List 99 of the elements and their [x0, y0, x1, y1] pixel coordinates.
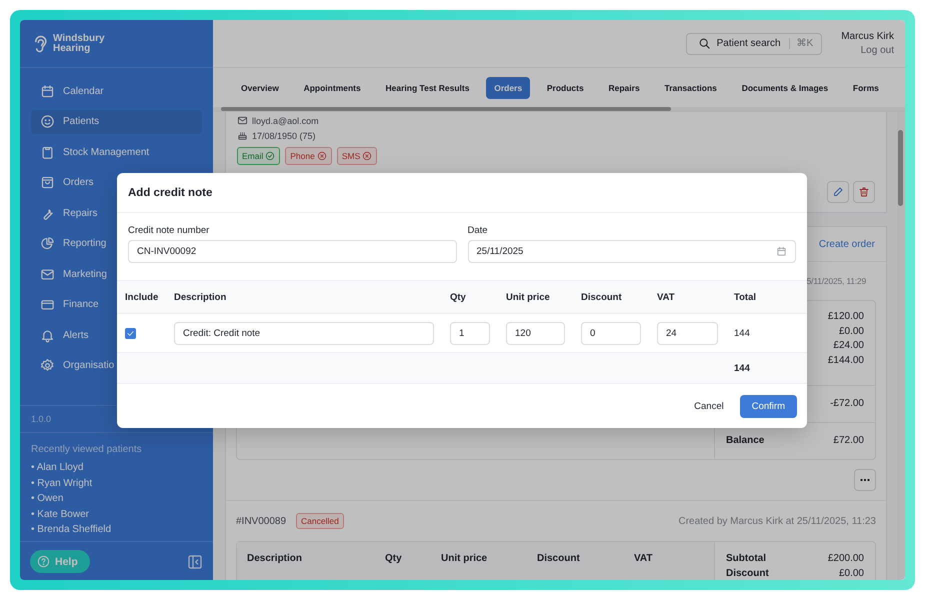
- consent-tag: SMS: [336, 147, 378, 165]
- column-header: Unit price: [506, 292, 551, 302]
- column-header: Unit price: [441, 553, 488, 564]
- cancel-button[interactable]: Cancel: [694, 400, 724, 412]
- scrollbar-thumb[interactable]: [898, 130, 903, 206]
- balance-value: £72.00: [833, 435, 864, 446]
- confirm-button[interactable]: Confirm: [740, 394, 797, 418]
- patient-dob: 17/08/1950 (75): [252, 130, 316, 140]
- vat-field[interactable]: 24: [657, 322, 718, 344]
- scrollbar-thumb[interactable]: [221, 107, 671, 111]
- tab[interactable]: Products: [538, 76, 592, 98]
- tab[interactable]: Appointments: [296, 76, 369, 98]
- more-button[interactable]: [854, 469, 876, 491]
- tab[interactable]: Forms: [844, 76, 887, 98]
- field-label: Date: [468, 225, 489, 236]
- grand-total: 144: [734, 362, 751, 374]
- section-title: Recently viewed patients: [31, 444, 143, 454]
- pencil-icon: [832, 186, 844, 198]
- gear-icon: [40, 358, 55, 373]
- column-header: Qty: [385, 553, 403, 564]
- recent-patient-link[interactable]: • Alan Lloyd: [31, 462, 202, 473]
- user-name: Marcus Kirk: [841, 30, 894, 44]
- cake-icon: [237, 130, 248, 141]
- status-badge: Cancelled: [296, 513, 344, 529]
- column-header: Discount: [581, 292, 623, 302]
- column-header: Qty: [450, 292, 467, 302]
- credit-card-icon: [40, 297, 55, 312]
- created-info: Created by Marcus Kirk at 25/11/2025, 11:23: [678, 516, 876, 526]
- calendar-icon: [776, 246, 787, 257]
- discount-field[interactable]: 0: [581, 322, 641, 344]
- consent-tag: Email: [237, 147, 280, 165]
- nav-item[interactable]: Patients: [31, 110, 202, 134]
- patient-email: lloyd.a@aol.com: [252, 116, 319, 126]
- tab[interactable]: Documents & Images: [734, 76, 836, 98]
- envelope-icon: [237, 115, 248, 126]
- create-order-link[interactable]: Create order: [818, 238, 875, 250]
- tab[interactable]: Overview: [233, 76, 287, 98]
- column-header: VAT: [634, 553, 654, 564]
- search-icon: [698, 37, 711, 50]
- amount-value: £120.00: [828, 311, 864, 322]
- calendar-icon: [40, 84, 55, 98]
- date-field[interactable]: 25/11/2025: [468, 240, 796, 263]
- order-number: #INV00089: [236, 516, 286, 526]
- quantity-field[interactable]: 1: [450, 322, 490, 344]
- question-icon: [37, 555, 50, 568]
- line-total: 144: [734, 328, 751, 338]
- amount-value: £144.00: [828, 354, 864, 366]
- consent-tag: Phone: [285, 147, 332, 165]
- x-circle-icon: [362, 151, 372, 161]
- balance-label: Balance: [726, 435, 764, 446]
- column-header: Include: [125, 292, 160, 302]
- envelope-icon: [40, 266, 55, 282]
- recent-patient-link[interactable]: • Owen: [31, 493, 202, 504]
- amount-value: £24.00: [833, 340, 864, 351]
- recent-patient-link[interactable]: • Ryan Wright: [31, 478, 202, 488]
- trash-icon: [858, 186, 870, 198]
- nav-item[interactable]: Stock Management: [31, 140, 202, 164]
- bell-icon: [40, 328, 55, 342]
- recent-patient-link[interactable]: • Brenda Sheffield: [31, 524, 202, 535]
- nav-item[interactable]: Marketing: [31, 262, 202, 286]
- total-label: Discount: [726, 568, 769, 579]
- tab[interactable]: Orders: [486, 76, 530, 98]
- dialog-title: Add credit note: [117, 173, 807, 213]
- description-field[interactable]: Credit: Credit note: [174, 322, 434, 344]
- tab[interactable]: Repairs: [600, 76, 648, 98]
- column-header: Discount: [537, 553, 581, 564]
- include-checkbox[interactable]: [125, 328, 136, 338]
- nav-item[interactable]: Organisatio: [31, 354, 202, 378]
- logo-text: Windsbury Hearing: [53, 34, 106, 54]
- column-header: Total: [734, 292, 757, 302]
- total-value: £0.00: [838, 568, 864, 579]
- created-info: 5/11/2025, 11:29: [806, 276, 866, 286]
- edit-button[interactable]: [827, 181, 849, 203]
- field-label: Credit note number: [128, 225, 210, 236]
- patient-search-button[interactable]: Patient search ⌘K: [686, 32, 822, 54]
- clipboard-icon: [40, 144, 55, 160]
- total-value: £200.00: [828, 553, 864, 564]
- column-header: Description: [174, 292, 228, 302]
- unit-price-field[interactable]: 120: [506, 322, 565, 344]
- x-circle-icon: [316, 151, 327, 161]
- total-label: Subtotal: [726, 553, 766, 564]
- nav-item[interactable]: Calendar: [31, 79, 202, 103]
- pie-chart-icon: [40, 236, 55, 251]
- tab[interactable]: Hearing Test Results: [378, 76, 478, 98]
- smiley-icon: [40, 114, 55, 129]
- text-field[interactable]: CN-INV00092: [128, 240, 456, 263]
- amount-value: -£72.00: [830, 398, 864, 410]
- checkmark-icon: [126, 328, 135, 338]
- shortcut-hint: ⌘K: [788, 38, 814, 49]
- tab[interactable]: Transactions: [656, 76, 725, 98]
- shopping-bag-icon: [40, 175, 55, 190]
- delete-button[interactable]: [853, 181, 875, 203]
- recent-patient-link[interactable]: • Kate Bower: [31, 508, 202, 520]
- collapse-sidebar-icon[interactable]: [187, 554, 203, 570]
- amount-value: £0.00: [838, 326, 864, 336]
- check-circle-icon: [265, 151, 276, 161]
- column-header: Description: [247, 553, 304, 564]
- logout-link[interactable]: Log out: [841, 44, 894, 58]
- column-header: VAT: [657, 292, 676, 302]
